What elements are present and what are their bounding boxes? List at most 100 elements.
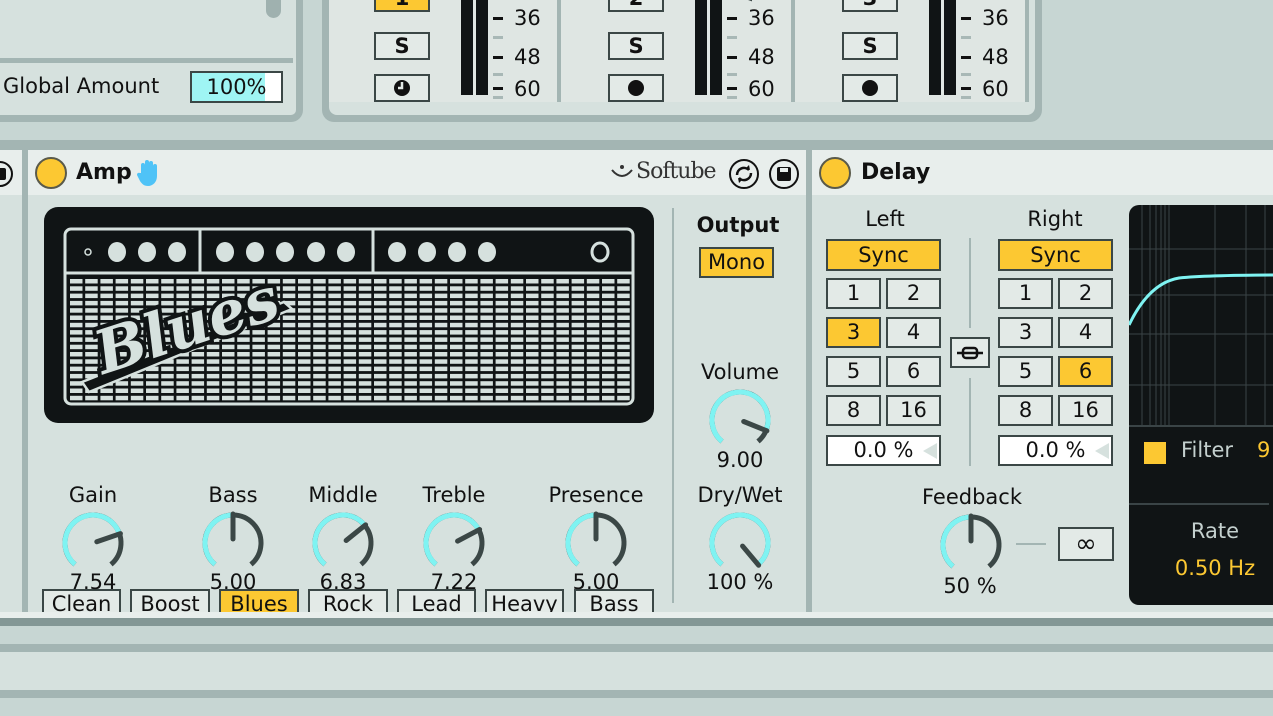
grille-cell xyxy=(465,315,478,320)
right-division-16[interactable]: 16 xyxy=(1058,395,1113,426)
gain-knob[interactable] xyxy=(58,508,128,578)
right-division-5[interactable]: 5 xyxy=(998,356,1053,387)
grille-cell xyxy=(465,300,478,306)
mixer-track-2: 2 S 36 48 60 xyxy=(561,0,791,102)
rate-value[interactable]: 0.50 Hz xyxy=(1129,556,1273,580)
grille-cell xyxy=(282,395,296,401)
track-activator-1[interactable]: 1 xyxy=(374,0,430,12)
grille-cell xyxy=(586,315,600,320)
solo-button-1[interactable]: S xyxy=(374,32,430,60)
knob-value-arc xyxy=(423,512,481,567)
grille-cell xyxy=(480,373,493,379)
left-division-8[interactable]: 8 xyxy=(826,395,881,426)
right-division-2[interactable]: 2 xyxy=(1058,278,1113,309)
volume-slider-marker[interactable] xyxy=(721,0,755,4)
left-offset-field[interactable]: 0.0 % xyxy=(826,435,941,466)
grille-cell xyxy=(419,352,433,357)
track-activator-2[interactable]: 2 xyxy=(608,0,664,12)
grille-cell xyxy=(526,366,539,372)
grille-cell xyxy=(85,286,98,291)
grille-cell xyxy=(267,381,281,386)
grille-cell xyxy=(222,381,235,386)
grille-cell xyxy=(313,322,326,328)
right-division-4[interactable]: 4 xyxy=(1058,317,1113,348)
grille-cell xyxy=(343,388,357,393)
grille-cell xyxy=(389,381,402,386)
treble-knob[interactable] xyxy=(419,508,489,578)
grille-cell xyxy=(495,388,509,393)
delay-power-toggle[interactable] xyxy=(819,157,851,189)
knob-value-arc xyxy=(565,512,597,567)
grille-cell xyxy=(146,293,159,299)
monitor-button-1[interactable] xyxy=(374,74,430,102)
knob-value-arc xyxy=(709,389,771,444)
grille-cell xyxy=(358,300,372,306)
presence-knob[interactable] xyxy=(561,508,631,578)
grille-cell xyxy=(617,300,630,306)
global-amount-field[interactable]: 100% xyxy=(190,71,283,103)
right-division-3[interactable]: 3 xyxy=(998,317,1053,348)
grille-cell xyxy=(374,322,387,328)
grille-cell xyxy=(480,286,493,291)
grille-cell xyxy=(586,337,600,342)
grille-cell xyxy=(252,359,265,364)
right-sync-button[interactable]: Sync xyxy=(998,239,1113,271)
grille-cell xyxy=(480,315,493,320)
grille-cell xyxy=(419,388,433,393)
solo-button-2[interactable]: S xyxy=(608,32,664,60)
solo-button-3[interactable]: S xyxy=(842,32,898,60)
amp-title: Amp xyxy=(76,160,132,185)
grille-cell xyxy=(70,395,83,401)
left-division-16[interactable]: 16 xyxy=(886,395,941,426)
grille-cell xyxy=(602,315,615,320)
right-offset-field[interactable]: 0.0 % xyxy=(998,435,1113,466)
arm-button-2[interactable] xyxy=(608,74,664,102)
grille-cell xyxy=(404,330,417,335)
grille-cell xyxy=(267,352,281,357)
bass-knob[interactable] xyxy=(198,508,268,578)
link-channels-button[interactable] xyxy=(950,337,990,368)
grille-cell xyxy=(298,388,311,393)
mixer-panel: 1 S 36 48 60 2 S xyxy=(322,0,1042,122)
left-division-1[interactable]: 1 xyxy=(826,278,881,309)
volume-knob[interactable] xyxy=(705,385,775,455)
right-division-8[interactable]: 8 xyxy=(998,395,1053,426)
grille-cell xyxy=(495,330,509,335)
drywet-knob[interactable] xyxy=(705,508,775,578)
hot-swap-icon[interactable] xyxy=(728,158,760,190)
grille-cell xyxy=(374,300,387,306)
grille-cell xyxy=(465,366,478,372)
left-division-6[interactable]: 6 xyxy=(886,356,941,387)
grille-cell xyxy=(343,381,357,386)
left-division-3[interactable]: 3 xyxy=(826,317,881,348)
save-preset-icon[interactable] xyxy=(0,160,14,188)
left-division-5[interactable]: 5 xyxy=(826,356,881,387)
grille-cell xyxy=(389,322,402,328)
grille-cell xyxy=(146,286,159,291)
output-mono-button[interactable]: Mono xyxy=(699,247,774,278)
grille-cell xyxy=(115,286,129,291)
feedback-knob[interactable] xyxy=(936,510,1006,580)
track-activator-3[interactable]: 3 xyxy=(842,0,898,12)
freeze-button[interactable]: ∞ xyxy=(1058,527,1114,561)
middle-knob[interactable] xyxy=(308,508,378,578)
grille-cell xyxy=(586,293,600,299)
amp-power-toggle[interactable] xyxy=(35,157,67,189)
bass-value: 5.00 xyxy=(209,570,257,594)
filter-toggle[interactable] xyxy=(1144,442,1166,464)
save-preset-icon[interactable] xyxy=(768,158,800,190)
left-division-2[interactable]: 2 xyxy=(886,278,941,309)
grille-cell xyxy=(434,337,448,342)
grille-cell xyxy=(252,388,265,393)
left-division-4[interactable]: 4 xyxy=(886,317,941,348)
right-division-6[interactable]: 6 xyxy=(1058,356,1113,387)
grille-cell xyxy=(571,388,585,393)
arm-button-3[interactable] xyxy=(842,74,898,102)
grille-cell xyxy=(389,337,402,342)
grille-cell xyxy=(70,279,83,284)
grille-cell xyxy=(343,286,357,291)
right-division-1[interactable]: 1 xyxy=(998,278,1053,309)
scrollbar-thumb[interactable] xyxy=(266,0,281,18)
left-sync-button[interactable]: Sync xyxy=(826,239,941,271)
grille-cell xyxy=(526,344,539,350)
